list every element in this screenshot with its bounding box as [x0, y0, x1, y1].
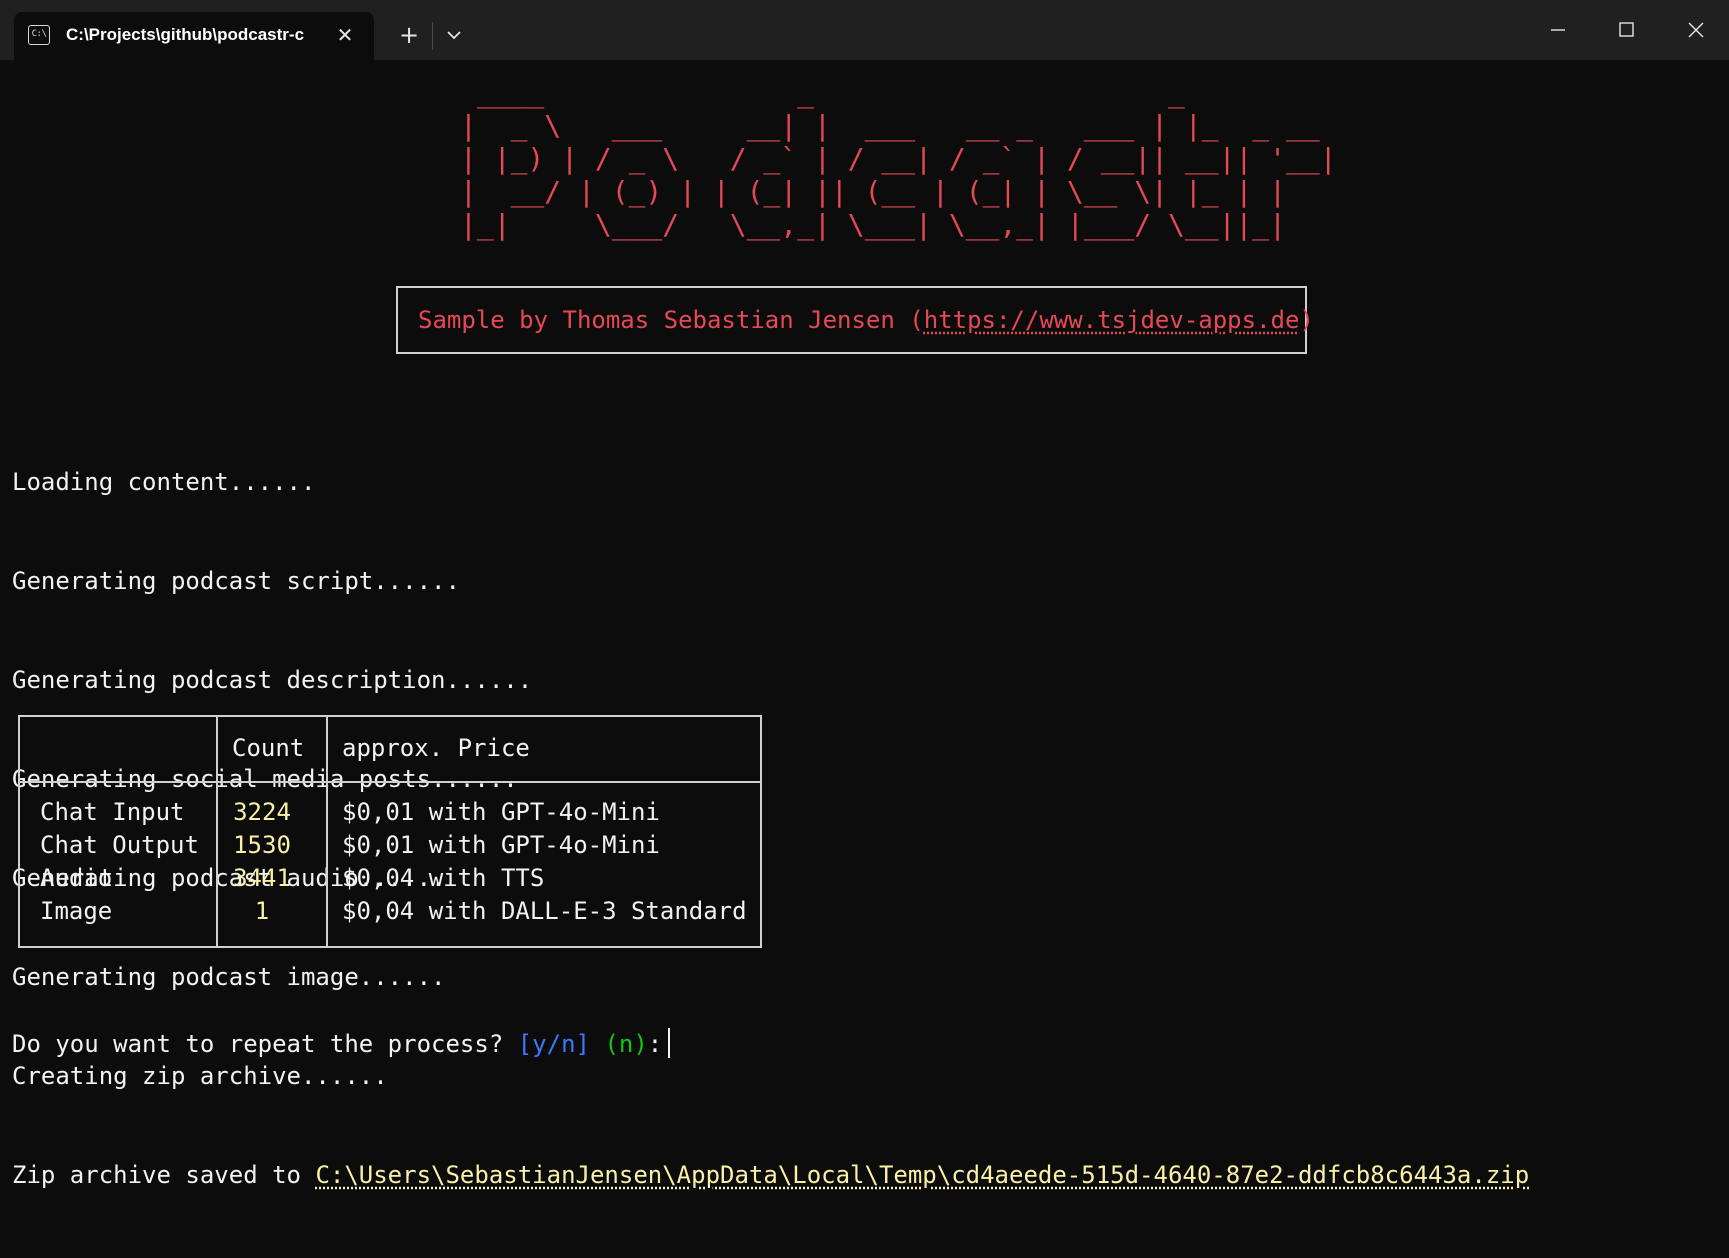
sample-suffix: ) [1299, 306, 1313, 334]
prompt-question: Do you want to repeat the process? [12, 1030, 518, 1058]
maximize-button[interactable] [1591, 0, 1659, 60]
prompt-colon: : [648, 1030, 662, 1058]
table-header-count: Count [232, 732, 304, 765]
log-line: Creating zip archive...... [12, 1060, 1529, 1093]
table-header-divider [20, 781, 760, 783]
table-header-price: approx. Price [342, 732, 530, 765]
tab-divider [432, 22, 433, 50]
log-line: Generating podcast script...... [12, 565, 1529, 598]
log-line: Loading content...... [12, 466, 1529, 499]
minimize-button[interactable] [1523, 0, 1591, 60]
table-row-price: $0,01 with GPT-4o-Mini [342, 829, 660, 862]
table-row-count: 1 [232, 895, 292, 928]
log-line: Generating podcast description...... [12, 664, 1529, 697]
repeat-prompt[interactable]: Do you want to repeat the process? [y/n]… [12, 1028, 670, 1061]
table-row-price: $0,04 with TTS [342, 862, 544, 895]
table-divider [216, 717, 218, 946]
table-row-count: 3441 [232, 862, 292, 895]
ascii-line: | |_) | / _ \ / _` | / __| / _` | / __||… [460, 142, 1337, 175]
terminal-tab[interactable]: C:\ C:\Projects\github\podcastr-c ✕ [14, 12, 374, 60]
ascii-line: ____ _ _ [460, 76, 1337, 109]
zip-path-link[interactable]: C:\Users\SebastianJensen\AppData\Local\T… [315, 1161, 1529, 1189]
table-row-label: Chat Output [40, 829, 199, 862]
table-row-price: $0,01 with GPT-4o-Mini [342, 796, 660, 829]
table-divider [326, 717, 328, 946]
sample-link[interactable]: https://www.tsjdev-apps.de [924, 306, 1300, 334]
table-row-label: Chat Input [40, 796, 185, 829]
new-tab-button[interactable]: + [394, 20, 424, 50]
chevron-down-icon[interactable] [439, 20, 469, 50]
ascii-banner: ____ _ _ | _ \ ___ __| | ___ __ _ ___ | |… [460, 76, 1337, 241]
text-cursor [668, 1028, 670, 1058]
usage-table: Count approx. Price Chat Input 3224 $0,0… [18, 715, 762, 948]
table-row-label: Audio [40, 862, 112, 895]
zip-prefix: Zip archive saved to [12, 1161, 315, 1189]
sample-prefix: Sample by Thomas Sebastian Jensen ( [418, 306, 924, 334]
table-row-label: Image [40, 895, 112, 928]
ascii-line: | _ \ ___ __| | ___ __ _ ___ | |_ _ __ [460, 109, 1337, 142]
prompt-options: [y/n] [518, 1030, 590, 1058]
prompt-default: (n) [604, 1030, 647, 1058]
table-row-count: 3224 [232, 796, 292, 829]
table-row-count: 1530 [232, 829, 292, 862]
ascii-line: | __/ | (_) | | (_| || (__ | (_| | \__ \… [460, 175, 1337, 208]
title-bar: C:\ C:\Projects\github\podcastr-c ✕ + [0, 0, 1729, 60]
close-tab-icon[interactable]: ✕ [332, 22, 358, 48]
terminal-output[interactable]: ____ _ _ | _ \ ___ __| | ___ __ _ ___ | |… [0, 60, 1729, 1074]
cmd-icon: C:\ [28, 25, 50, 45]
ascii-line: |_| \___/ \__,_| \___| \__,_| |___/ \__|… [460, 208, 1337, 241]
table-row-price: $0,04 with DALL-E-3 Standard [342, 895, 747, 928]
close-icon [1661, 0, 1729, 60]
zip-saved-line: Zip archive saved to C:\Users\SebastianJ… [12, 1159, 1529, 1192]
minimize-icon [1523, 0, 1591, 60]
log-line: Generating podcast image...... [12, 961, 1529, 994]
tab-title: C:\Projects\github\podcastr-c [66, 25, 328, 45]
maximize-icon [1591, 0, 1659, 60]
sample-credit-box: Sample by Thomas Sebastian Jensen (https… [396, 286, 1307, 354]
close-window-button[interactable] [1661, 0, 1729, 60]
